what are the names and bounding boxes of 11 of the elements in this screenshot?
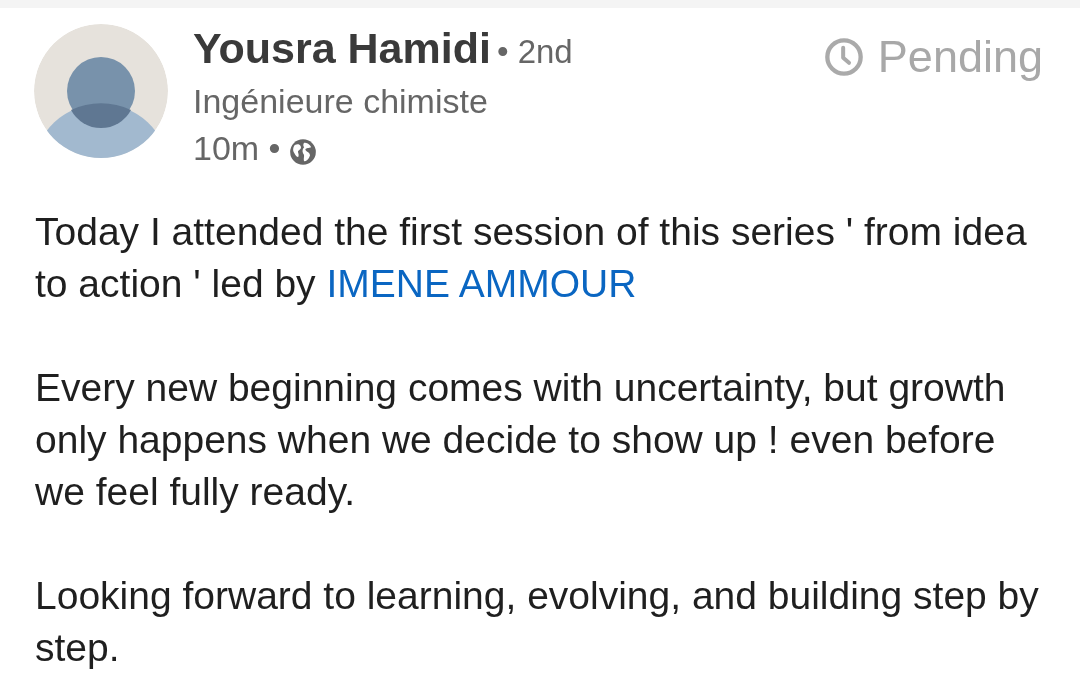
post-paragraph: Today I attended the first session of this series ' from idea to action ' led by IMENE AMMOUR (35, 209, 1028, 307)
globe-icon (288, 137, 317, 166)
author-name[interactable]: Yousra Hamidi (193, 24, 491, 72)
clock-icon (823, 37, 864, 77)
mention-link[interactable]: IMENE AMMOUR (326, 262, 637, 305)
author-headline: Ingénieure chimiste (193, 81, 489, 122)
connection-degree: • 2nd (496, 32, 573, 72)
pending-status: Pending (877, 31, 1043, 83)
post-time: 10m • (193, 128, 281, 169)
post-paragraph: Every new beginning comes with uncertainty, but growth only happens when we decide to show up ! even before we feel fully ready. (35, 365, 1007, 515)
post-paragraph: Looking forward to learning, evolving, and building step by step. (35, 573, 1040, 671)
